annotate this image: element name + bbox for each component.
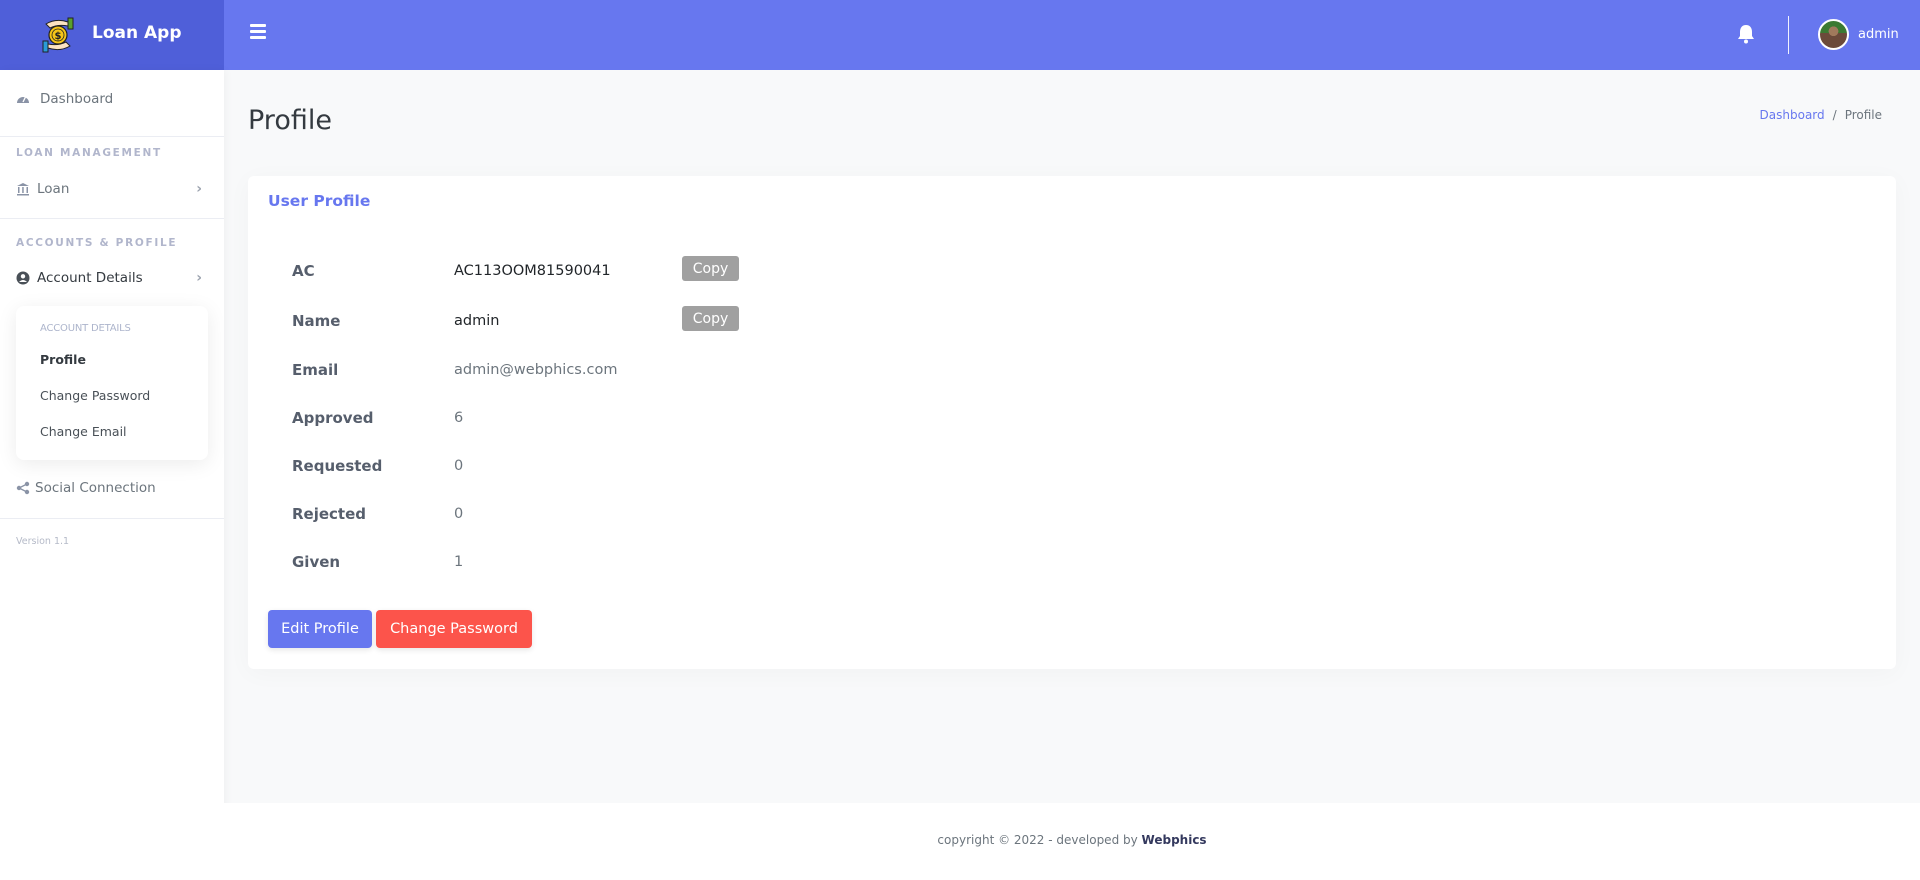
field-label: Rejected bbox=[292, 505, 367, 523]
profile-row-ac: AC AC113OOM81590041 Copy bbox=[292, 256, 892, 292]
breadcrumb-home[interactable]: Dashboard bbox=[1760, 108, 1825, 122]
svg-text:$: $ bbox=[55, 31, 62, 42]
sidebar-divider bbox=[0, 136, 224, 137]
sidebar-item-label: Dashboard bbox=[40, 91, 114, 107]
topbar-divider bbox=[1788, 16, 1789, 54]
user-name: admin bbox=[1858, 27, 1899, 42]
breadcrumb-separator: / bbox=[1832, 108, 1837, 122]
page-title: Profile bbox=[248, 105, 332, 136]
change-password-button[interactable]: Change Password bbox=[376, 610, 532, 648]
chevron-right-icon: › bbox=[196, 181, 202, 197]
speedometer-icon bbox=[17, 96, 29, 103]
submenu-item-change-password[interactable]: Change Password bbox=[40, 388, 150, 403]
submenu-item-change-email[interactable]: Change Email bbox=[40, 424, 127, 439]
version-label: Version 1.1 bbox=[16, 536, 70, 547]
field-value: 0 bbox=[454, 458, 464, 474]
brand[interactable]: $ Loan App bbox=[0, 0, 224, 70]
share-icon bbox=[16, 481, 30, 495]
topbar: $ Loan App admin bbox=[0, 0, 1920, 70]
sidebar-divider bbox=[0, 518, 224, 519]
sidebar-item-loan[interactable]: Loan › bbox=[0, 169, 224, 209]
footer: copyright © 2022 - developed by Webphics bbox=[224, 803, 1920, 880]
chevron-right-icon: › bbox=[196, 270, 202, 286]
profile-row-rejected: Rejected 0 bbox=[292, 505, 892, 535]
sidebar-section-header: ACCOUNTS & PROFILE bbox=[16, 237, 178, 249]
sidebar-item-dashboard[interactable]: Dashboard bbox=[0, 79, 224, 119]
profile-row-name: Name admin Copy bbox=[292, 306, 892, 342]
copyright-text: copyright © 2022 - developed by bbox=[937, 833, 1142, 847]
hamburger-menu-icon[interactable] bbox=[250, 24, 266, 42]
account-details-submenu: ACCOUNT DETAILS Profile Change Password … bbox=[16, 306, 208, 460]
field-value: 6 bbox=[454, 410, 464, 426]
submenu-item-profile[interactable]: Profile bbox=[40, 352, 86, 367]
breadcrumb: Dashboard / Profile bbox=[1760, 108, 1882, 122]
field-label: Given bbox=[292, 553, 341, 571]
sidebar-item-social-connection[interactable]: Social Connection bbox=[0, 468, 224, 508]
sidebar-item-label: Loan bbox=[37, 181, 70, 197]
copy-ac-button[interactable]: Copy bbox=[682, 256, 739, 281]
profile-row-email: Email admin@webphics.com bbox=[292, 361, 892, 391]
sidebar-item-label: Account Details bbox=[37, 270, 143, 286]
field-value: 1 bbox=[454, 554, 464, 570]
user-profile-card: User Profile AC AC113OOM81590041 Copy Na… bbox=[248, 176, 1896, 669]
field-value: AC113OOM81590041 bbox=[454, 263, 611, 279]
profile-row-requested: Requested 0 bbox=[292, 457, 892, 487]
sidebar-item-label: Social Connection bbox=[35, 480, 156, 496]
card-title: User Profile bbox=[268, 192, 371, 210]
money-hands-logo-icon: $ bbox=[42, 17, 74, 53]
bank-icon bbox=[17, 183, 29, 196]
sidebar-section-header: LOAN MANAGEMENT bbox=[16, 147, 162, 159]
field-label: Name bbox=[292, 312, 341, 330]
user-menu[interactable]: admin bbox=[1818, 19, 1899, 50]
submenu-header: ACCOUNT DETAILS bbox=[40, 323, 131, 334]
field-label: Approved bbox=[292, 409, 374, 427]
field-value: 0 bbox=[454, 506, 464, 522]
edit-profile-button[interactable]: Edit Profile bbox=[268, 610, 372, 648]
sidebar: Dashboard LOAN MANAGEMENT Loan › ACCOUNT… bbox=[0, 70, 224, 880]
profile-row-given: Given 1 bbox=[292, 553, 892, 583]
field-value: admin bbox=[454, 313, 500, 329]
footer-text: copyright © 2022 - developed by Webphics bbox=[224, 833, 1920, 847]
field-label: Requested bbox=[292, 457, 383, 475]
sidebar-divider bbox=[0, 218, 224, 219]
breadcrumb-current: Profile bbox=[1844, 108, 1882, 122]
field-value: admin@webphics.com bbox=[454, 362, 618, 378]
field-label: Email bbox=[292, 361, 339, 379]
app-name: Loan App bbox=[92, 23, 182, 43]
user-circle-icon bbox=[16, 271, 30, 285]
developer-link[interactable]: Webphics bbox=[1142, 833, 1207, 847]
avatar bbox=[1818, 19, 1849, 50]
profile-row-approved: Approved 6 bbox=[292, 409, 892, 439]
copy-name-button[interactable]: Copy bbox=[682, 306, 739, 331]
bell-icon[interactable] bbox=[1737, 24, 1755, 44]
sidebar-item-account-details[interactable]: Account Details › bbox=[0, 258, 224, 298]
field-label: AC bbox=[292, 262, 315, 280]
